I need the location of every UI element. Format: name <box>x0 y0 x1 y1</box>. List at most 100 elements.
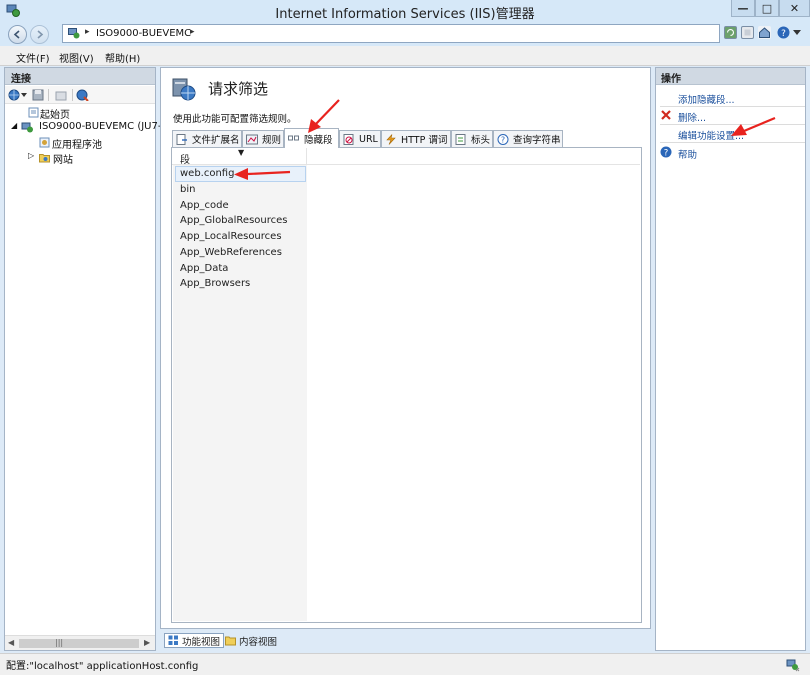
list-item[interactable]: App_Data <box>180 263 228 278</box>
actions-panel: 操作 添加隐藏段... 删除... 编辑功能设置... ? 帮助 <box>655 67 806 651</box>
tab-label: 规则 <box>262 135 282 146</box>
connect-globe-icon[interactable] <box>8 89 21 101</box>
tree-item-label: 应用程序池 <box>52 140 102 151</box>
actions-separator <box>660 106 805 107</box>
scroll-left-icon[interactable]: ◀ <box>8 638 14 647</box>
actions-header: 操作 <box>656 68 805 85</box>
title-bar: Internet Information Services (IIS)管理器 —… <box>0 0 810 22</box>
dropdown-arrow-icon[interactable] <box>21 93 27 97</box>
breadcrumb-server[interactable]: ISO9000-BUEVEMC <box>96 28 191 39</box>
content-view-icon <box>225 636 236 646</box>
menu-file[interactable]: 文件(F) <box>16 50 50 65</box>
column-divider[interactable] <box>306 148 307 165</box>
refresh-icon[interactable] <box>724 26 737 39</box>
rules-icon <box>246 134 258 144</box>
column-header-segment[interactable]: 段 ▼ <box>172 148 640 166</box>
expand-arrow-icon[interactable]: ▷ <box>28 151 34 160</box>
menu-help[interactable]: 帮助(H) <box>105 50 140 65</box>
disconnect-icon[interactable] <box>76 89 89 101</box>
server-icon <box>21 122 33 133</box>
toolbar-divider <box>72 89 73 101</box>
start-page-icon <box>28 107 39 118</box>
connections-panel: 连接 起始页 ◢ ISO9000-BUEVEMC (JU7-LI 应用程序池 ▷… <box>4 67 170 651</box>
features-view-icon <box>168 635 178 645</box>
resize-grip-icon[interactable] <box>786 658 800 672</box>
sites-folder-icon <box>39 154 50 163</box>
tab-query-strings[interactable]: ? 查询字符串 <box>493 130 563 147</box>
horizontal-scrollbar[interactable]: ◀ ||| ▶ <box>5 635 155 650</box>
url-icon <box>343 133 354 145</box>
content-view-tab[interactable]: 内容视图 <box>222 633 280 648</box>
maximize-button[interactable]: □ <box>755 0 779 17</box>
file-extension-icon <box>176 133 187 145</box>
back-arrow-icon <box>13 30 20 39</box>
toolbar-divider <box>48 89 49 101</box>
add-hidden-segment-link[interactable]: 添加隐藏段... <box>678 92 735 106</box>
svg-text:?: ? <box>664 148 669 158</box>
delete-link[interactable]: 删除... <box>678 110 706 124</box>
edit-feature-settings-link[interactable]: 编辑功能设置... <box>678 128 744 142</box>
tab-label: 查询字符串 <box>513 135 561 146</box>
actions-separator <box>660 124 805 125</box>
hidden-segment-icon <box>288 135 299 141</box>
address-field[interactable]: ▸ ISO9000-BUEVEMC ▸ <box>62 24 720 43</box>
tab-label: 文件扩展名 <box>192 135 240 146</box>
connections-toolbar <box>5 86 155 104</box>
actions-separator <box>660 142 805 143</box>
dropdown-arrow-icon[interactable] <box>793 30 801 36</box>
tab-url[interactable]: URL <box>339 130 381 147</box>
feature-panel: 请求筛选 使用此功能可配置筛选规则。 文件扩展名 规则 隐藏段 URL HTTP… <box>160 67 651 629</box>
tab-label: 隐藏段 <box>304 134 333 146</box>
features-view-tab[interactable]: 功能视图 <box>164 633 225 648</box>
scroll-grip: ||| <box>55 638 64 647</box>
connections-title: 连接 <box>11 74 31 85</box>
help-link[interactable]: 帮助 <box>678 147 697 161</box>
tab-rules[interactable]: 规则 <box>242 130 284 147</box>
tab-hidden-segments[interactable]: 隐藏段 <box>284 128 339 148</box>
status-bar: 配置:"localhost" applicationHost.config <box>0 653 810 675</box>
list-item[interactable]: bin <box>180 184 195 199</box>
status-text: 配置:"localhost" applicationHost.config <box>6 661 199 672</box>
tree-item-label: 起始页 <box>40 110 70 121</box>
menu-bar: 文件(F) 视图(V) 帮助(H) <box>0 46 810 66</box>
svg-text:?: ? <box>501 135 505 144</box>
breadcrumb-separator[interactable]: ▸ <box>190 27 195 37</box>
tab-headers[interactable]: 标头 <box>451 130 493 147</box>
forward-button[interactable] <box>30 25 49 44</box>
tab-http-verbs[interactable]: HTTP 谓词 <box>381 130 451 147</box>
back-button[interactable] <box>8 25 27 44</box>
column-header-label: 段 <box>180 155 190 166</box>
scrollbar-thumb[interactable] <box>19 639 139 648</box>
tab-label: HTTP 谓词 <box>401 135 448 146</box>
minimize-button[interactable]: — <box>731 0 755 17</box>
scroll-right-icon[interactable]: ▶ <box>144 638 150 647</box>
list-item[interactable]: App_GlobalResources <box>180 215 288 230</box>
delete-icon <box>661 110 671 120</box>
stop-icon[interactable] <box>741 26 754 39</box>
list-item[interactable]: App_Browsers <box>180 278 250 293</box>
tab-label: URL <box>359 133 378 145</box>
collapse-arrow-icon[interactable]: ◢ <box>11 121 17 130</box>
tab-file-extensions[interactable]: 文件扩展名 <box>172 130 242 147</box>
app-pool-icon <box>39 137 50 148</box>
page-title: 请求筛选 <box>208 80 269 98</box>
list-item[interactable]: App_LocalResources <box>180 231 282 246</box>
list-item[interactable]: App_code <box>180 200 229 215</box>
page-description: 使用此功能可配置筛选规则。 <box>173 114 297 125</box>
tree-item-label: ISO9000-BUEVEMC (JU7-LI <box>39 121 170 132</box>
sort-arrow-icon[interactable]: ▼ <box>238 148 244 157</box>
menu-view[interactable]: 视图(V) <box>59 50 94 65</box>
home-icon[interactable] <box>758 26 771 39</box>
query-string-icon: ? <box>497 133 509 145</box>
save-icon[interactable] <box>32 89 44 101</box>
server-icon <box>68 28 80 39</box>
help-icon[interactable]: ? <box>777 26 790 39</box>
list-item[interactable]: App_WebReferences <box>180 247 282 262</box>
help-icon: ? <box>660 146 672 158</box>
tree-item-label: 网站 <box>53 155 73 166</box>
svg-text:?: ? <box>781 29 786 39</box>
list-item[interactable]: web.config <box>180 168 234 183</box>
close-button[interactable]: ✕ <box>779 0 810 17</box>
breadcrumb-separator[interactable]: ▸ <box>85 27 90 37</box>
up-level-icon[interactable] <box>55 89 67 101</box>
